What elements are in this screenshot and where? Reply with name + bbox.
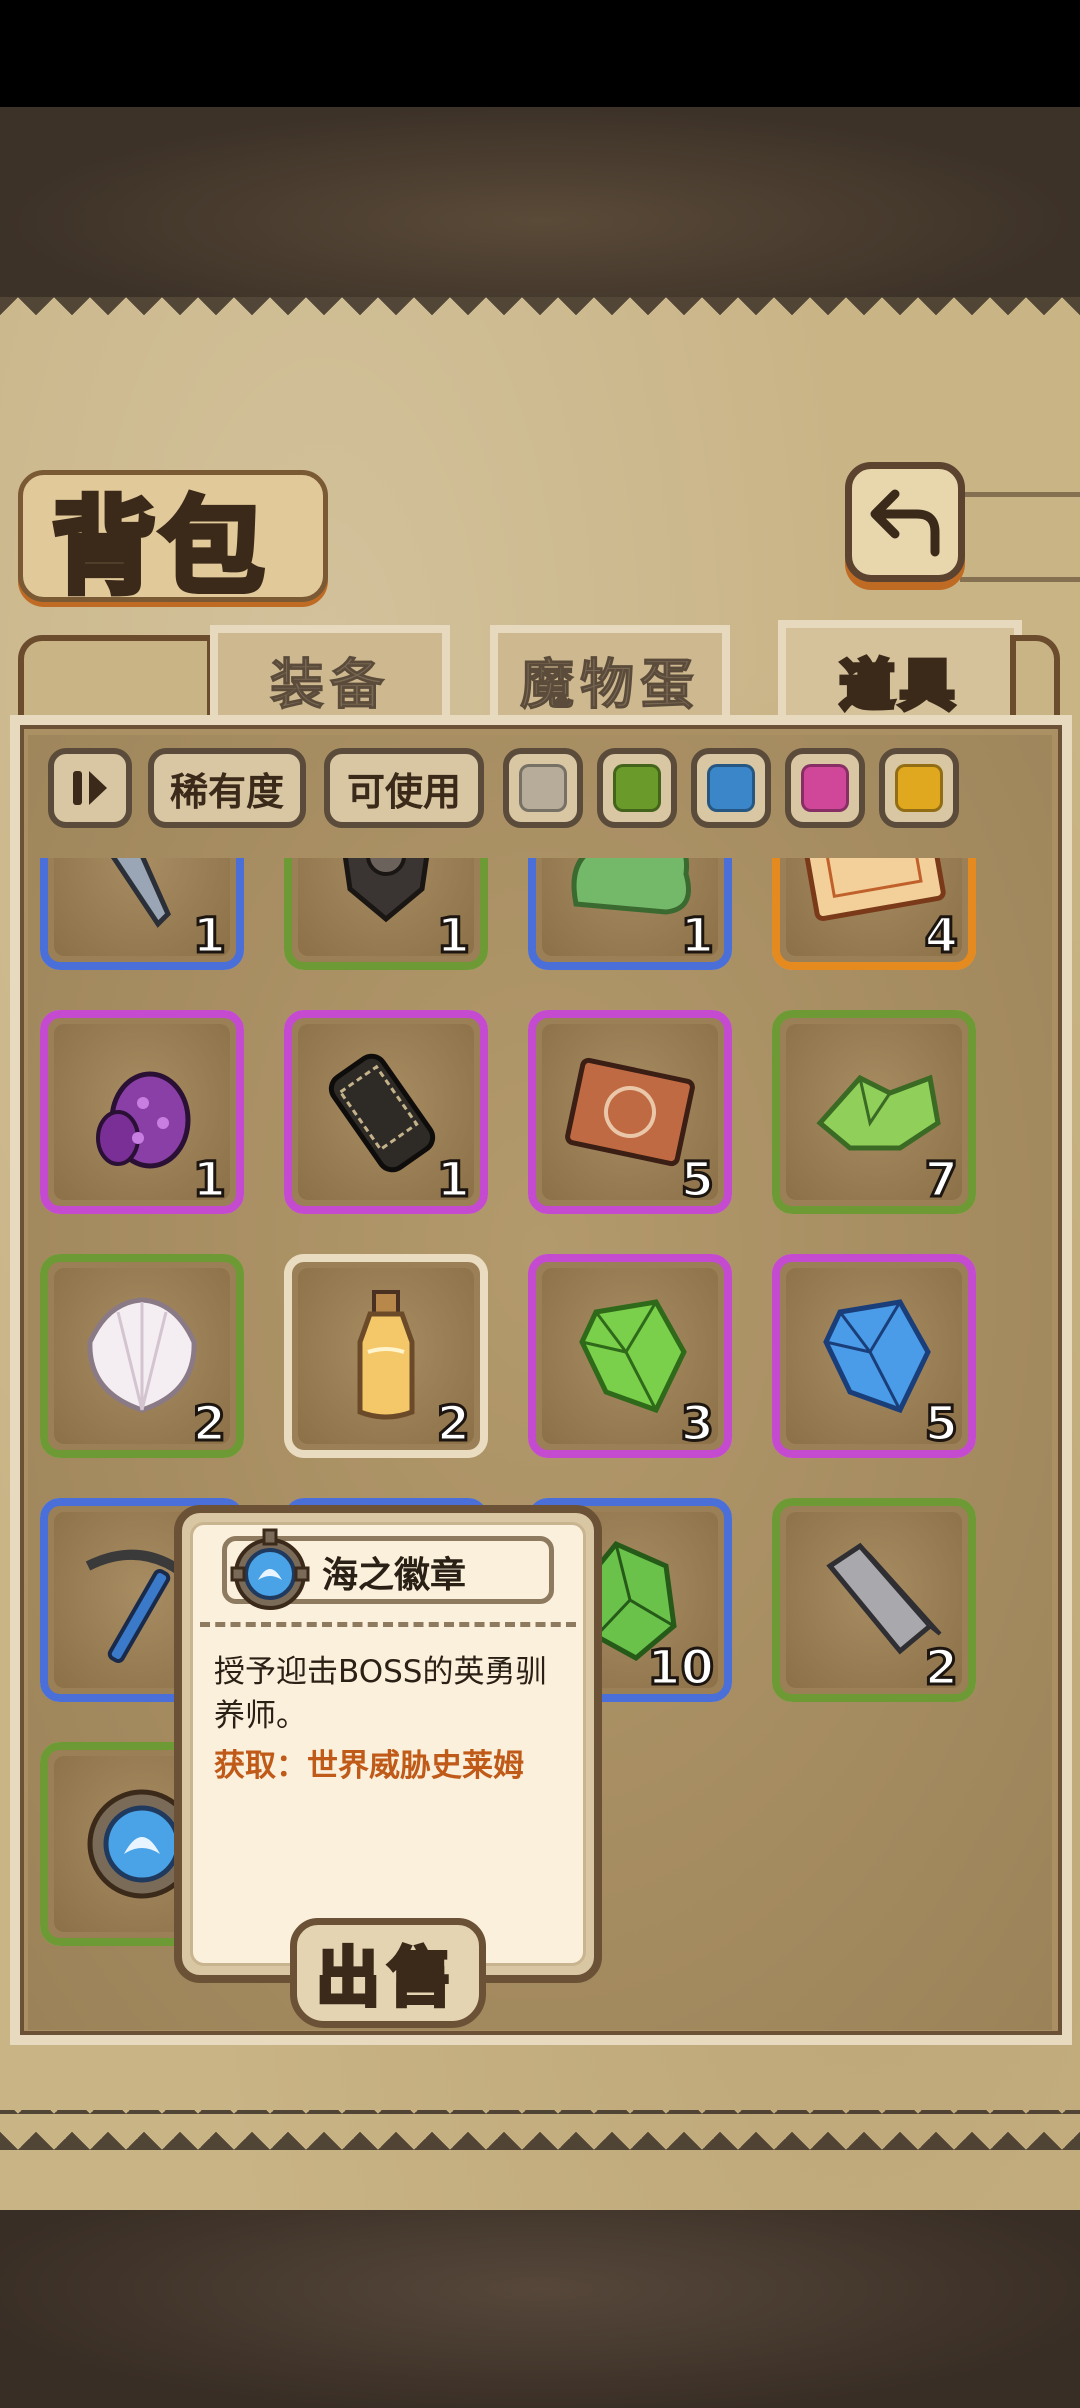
item-slot-potion-bottle[interactable]: 2 (284, 1254, 488, 1458)
back-arrow-icon (870, 489, 940, 557)
rarity-swatch-green[interactable] (597, 748, 677, 828)
sea-badge-icon (230, 1528, 310, 1610)
zigzag-edge-top (0, 297, 1080, 333)
sort-icon (73, 771, 107, 805)
item-quantity: 4 (923, 907, 959, 966)
item-slot-blue-gem[interactable]: 5 (772, 1254, 976, 1458)
item-quantity: 2 (191, 1395, 227, 1454)
item-quantity: 1 (191, 907, 227, 966)
sell-button[interactable]: 出售 (290, 1918, 486, 2028)
item-slot-green-crystals[interactable]: 7 (772, 1010, 976, 1214)
item-slot-green-slime[interactable]: 1 (528, 858, 732, 970)
item-quantity: 1 (191, 1151, 227, 1210)
item-slot-purple-egg[interactable]: 1 (40, 1010, 244, 1214)
map-background-bottom (0, 2210, 1080, 2408)
tab-rail-left (18, 635, 213, 725)
tooltip-divider (200, 1622, 576, 1627)
zigzag-edge-bottom (0, 2110, 1080, 2150)
item-quantity: 7 (923, 1151, 959, 1210)
tooltip-source: 获取：世界威胁史莱姆 (214, 1748, 524, 1784)
item-quantity: 5 (679, 1151, 715, 1210)
item-quantity: 1 (435, 907, 471, 966)
rarity-swatch-gold[interactable] (879, 748, 959, 828)
item-quantity: 3 (679, 1395, 715, 1454)
item-quantity: 5 (923, 1395, 959, 1454)
item-slot-shell[interactable]: 2 (40, 1254, 244, 1458)
tooltip-description: 授予迎击BOSS的英勇驯养师。 (214, 1654, 547, 1734)
item-quantity: 1 (679, 907, 715, 966)
back-button-rail (960, 492, 1080, 582)
item-slot-iron-bar[interactable]: 2 (772, 1498, 976, 1702)
item-slot-dark-crest[interactable]: 1 (284, 858, 488, 970)
item-slot-rune-card[interactable]: 5 (528, 1010, 732, 1214)
item-slot-dagger[interactable]: 1 (40, 858, 244, 970)
back-button[interactable] (845, 462, 965, 582)
tooltip-item-name: 海之徽章 (322, 1555, 467, 1596)
rarity-filter-button[interactable]: 稀有度 (148, 748, 306, 828)
item-quantity: 1 (435, 1151, 471, 1210)
item-slot-ticket[interactable]: 4 (772, 858, 976, 970)
tab-equipment[interactable]: 装备 (210, 625, 450, 725)
tab-monster-eggs[interactable]: 魔物蛋 (490, 625, 730, 725)
sort-toggle-button[interactable] (48, 748, 132, 828)
tab-rail-right (1010, 635, 1060, 725)
status-bar-area (0, 0, 1080, 107)
page-title: 背包 (49, 483, 269, 611)
map-background-top (0, 107, 1080, 297)
rarity-swatch-blue[interactable] (691, 748, 771, 828)
item-quantity: 10 (646, 1639, 716, 1698)
item-slot-cage-cylinder[interactable]: 1 (284, 1010, 488, 1214)
rarity-swatch-purple[interactable] (785, 748, 865, 828)
usable-filter-button[interactable]: 可使用 (324, 748, 484, 828)
rarity-swatch-gray[interactable] (503, 748, 583, 828)
item-quantity: 2 (435, 1395, 471, 1454)
item-slot-green-gem[interactable]: 3 (528, 1254, 732, 1458)
item-quantity: 2 (923, 1639, 959, 1698)
